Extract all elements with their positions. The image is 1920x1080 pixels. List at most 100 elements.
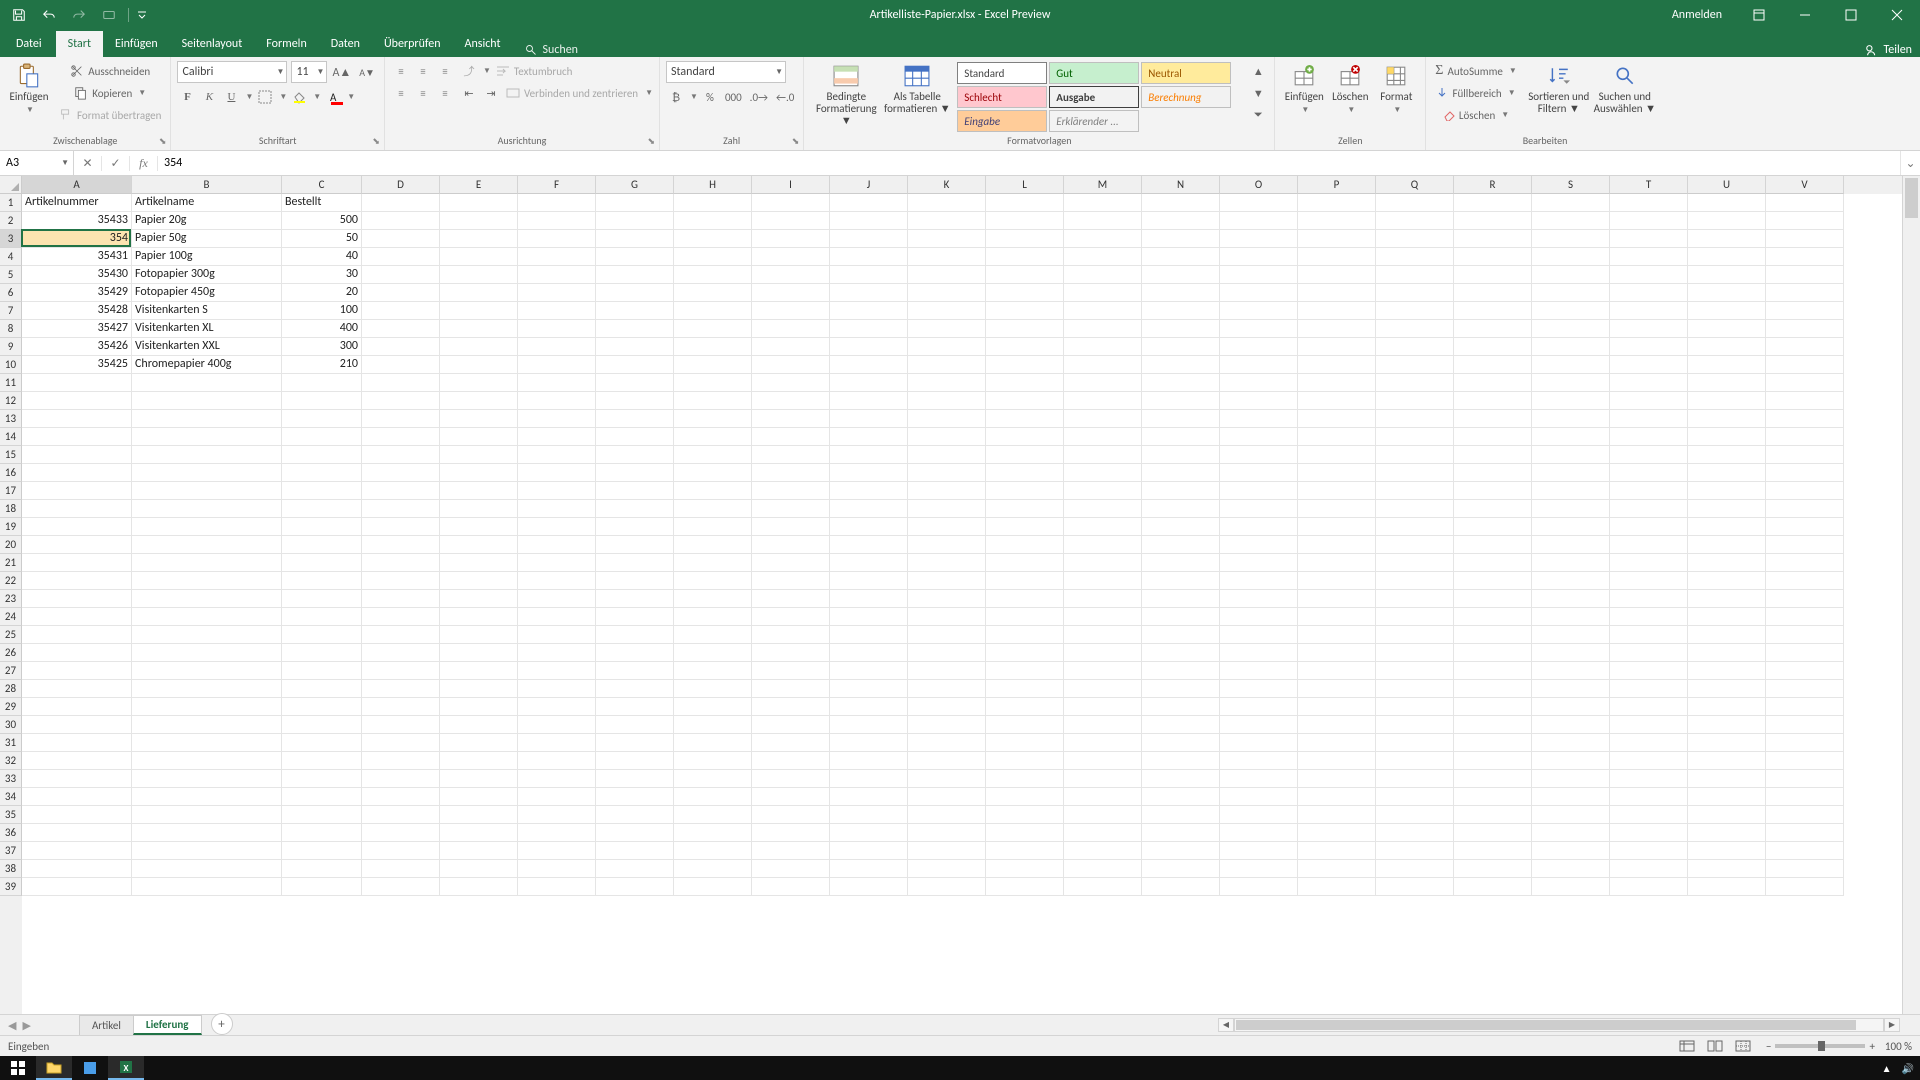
cell-B1[interactable]: Artikelname xyxy=(132,194,282,212)
cell-S6[interactable] xyxy=(1532,284,1610,302)
cell-F33[interactable] xyxy=(518,770,596,788)
cell-L3[interactable] xyxy=(986,230,1064,248)
cell-A22[interactable] xyxy=(22,572,132,590)
cell-G13[interactable] xyxy=(596,410,674,428)
cell-S17[interactable] xyxy=(1532,482,1610,500)
row-header-30[interactable]: 30 xyxy=(0,716,22,734)
style-ausgabe[interactable]: Ausgabe xyxy=(1049,86,1139,108)
cell-E9[interactable] xyxy=(440,338,518,356)
cell-I25[interactable] xyxy=(752,626,830,644)
cell-E17[interactable] xyxy=(440,482,518,500)
cell-O33[interactable] xyxy=(1220,770,1298,788)
cell-T33[interactable] xyxy=(1610,770,1688,788)
row-header-37[interactable]: 37 xyxy=(0,842,22,860)
cell-E16[interactable] xyxy=(440,464,518,482)
cell-E25[interactable] xyxy=(440,626,518,644)
style-neutral[interactable]: Neutral xyxy=(1141,62,1231,84)
cell-E28[interactable] xyxy=(440,680,518,698)
cell-L9[interactable] xyxy=(986,338,1064,356)
row-header-24[interactable]: 24 xyxy=(0,608,22,626)
cell-D32[interactable] xyxy=(362,752,440,770)
cell-M38[interactable] xyxy=(1064,860,1142,878)
share-button[interactable]: Teilen xyxy=(1883,43,1912,57)
cell-G37[interactable] xyxy=(596,842,674,860)
cell-P39[interactable] xyxy=(1298,878,1376,896)
cell-H34[interactable] xyxy=(674,788,752,806)
cell-L36[interactable] xyxy=(986,824,1064,842)
cell-D12[interactable] xyxy=(362,392,440,410)
tray-expand-icon[interactable]: ▲ xyxy=(1882,1062,1892,1075)
cell-D4[interactable] xyxy=(362,248,440,266)
cell-F25[interactable] xyxy=(518,626,596,644)
cell-D25[interactable] xyxy=(362,626,440,644)
cell-E3[interactable] xyxy=(440,230,518,248)
cell-O16[interactable] xyxy=(1220,464,1298,482)
cell-D8[interactable] xyxy=(362,320,440,338)
cell-T27[interactable] xyxy=(1610,662,1688,680)
col-header-L[interactable]: L xyxy=(986,176,1064,194)
cell-U11[interactable] xyxy=(1688,374,1766,392)
cell-C37[interactable] xyxy=(282,842,362,860)
ribbon-display-icon[interactable] xyxy=(1736,0,1782,30)
cell-H29[interactable] xyxy=(674,698,752,716)
cell-U38[interactable] xyxy=(1688,860,1766,878)
cell-F11[interactable] xyxy=(518,374,596,392)
conditional-formatting-button[interactable]: BedingteFormatierung ▼ xyxy=(810,61,882,127)
cell-E7[interactable] xyxy=(440,302,518,320)
row-header-15[interactable]: 15 xyxy=(0,446,22,464)
cell-E19[interactable] xyxy=(440,518,518,536)
cell-H39[interactable] xyxy=(674,878,752,896)
cell-N33[interactable] xyxy=(1142,770,1220,788)
cell-R35[interactable] xyxy=(1454,806,1532,824)
cell-K18[interactable] xyxy=(908,500,986,518)
cell-Q2[interactable] xyxy=(1376,212,1454,230)
cell-N1[interactable] xyxy=(1142,194,1220,212)
cell-T22[interactable] xyxy=(1610,572,1688,590)
cell-U9[interactable] xyxy=(1688,338,1766,356)
cell-V14[interactable] xyxy=(1766,428,1844,446)
col-header-B[interactable]: B xyxy=(132,176,282,194)
cell-E21[interactable] xyxy=(440,554,518,572)
cell-T17[interactable] xyxy=(1610,482,1688,500)
cell-L21[interactable] xyxy=(986,554,1064,572)
cell-B38[interactable] xyxy=(132,860,282,878)
cell-O1[interactable] xyxy=(1220,194,1298,212)
cell-U28[interactable] xyxy=(1688,680,1766,698)
cell-L24[interactable] xyxy=(986,608,1064,626)
cell-G12[interactable] xyxy=(596,392,674,410)
cell-D35[interactable] xyxy=(362,806,440,824)
cell-R21[interactable] xyxy=(1454,554,1532,572)
row-header-28[interactable]: 28 xyxy=(0,680,22,698)
cell-G35[interactable] xyxy=(596,806,674,824)
cell-N30[interactable] xyxy=(1142,716,1220,734)
cell-R20[interactable] xyxy=(1454,536,1532,554)
cell-V32[interactable] xyxy=(1766,752,1844,770)
cell-T23[interactable] xyxy=(1610,590,1688,608)
cell-K34[interactable] xyxy=(908,788,986,806)
cell-U21[interactable] xyxy=(1688,554,1766,572)
cell-L1[interactable] xyxy=(986,194,1064,212)
cell-O15[interactable] xyxy=(1220,446,1298,464)
cell-E20[interactable] xyxy=(440,536,518,554)
percent-format-icon[interactable]: % xyxy=(700,87,720,107)
cell-O26[interactable] xyxy=(1220,644,1298,662)
cell-V16[interactable] xyxy=(1766,464,1844,482)
cell-D1[interactable] xyxy=(362,194,440,212)
cell-Q30[interactable] xyxy=(1376,716,1454,734)
cell-K4[interactable] xyxy=(908,248,986,266)
cell-U36[interactable] xyxy=(1688,824,1766,842)
cell-Q26[interactable] xyxy=(1376,644,1454,662)
cell-S27[interactable] xyxy=(1532,662,1610,680)
cell-R33[interactable] xyxy=(1454,770,1532,788)
cell-A1[interactable]: Artikelnummer xyxy=(22,194,132,212)
cell-D31[interactable] xyxy=(362,734,440,752)
cell-I33[interactable] xyxy=(752,770,830,788)
cell-L18[interactable] xyxy=(986,500,1064,518)
cell-L31[interactable] xyxy=(986,734,1064,752)
cell-K6[interactable] xyxy=(908,284,986,302)
cell-T1[interactable] xyxy=(1610,194,1688,212)
cell-T14[interactable] xyxy=(1610,428,1688,446)
cell-M22[interactable] xyxy=(1064,572,1142,590)
cell-E23[interactable] xyxy=(440,590,518,608)
cell-P9[interactable] xyxy=(1298,338,1376,356)
